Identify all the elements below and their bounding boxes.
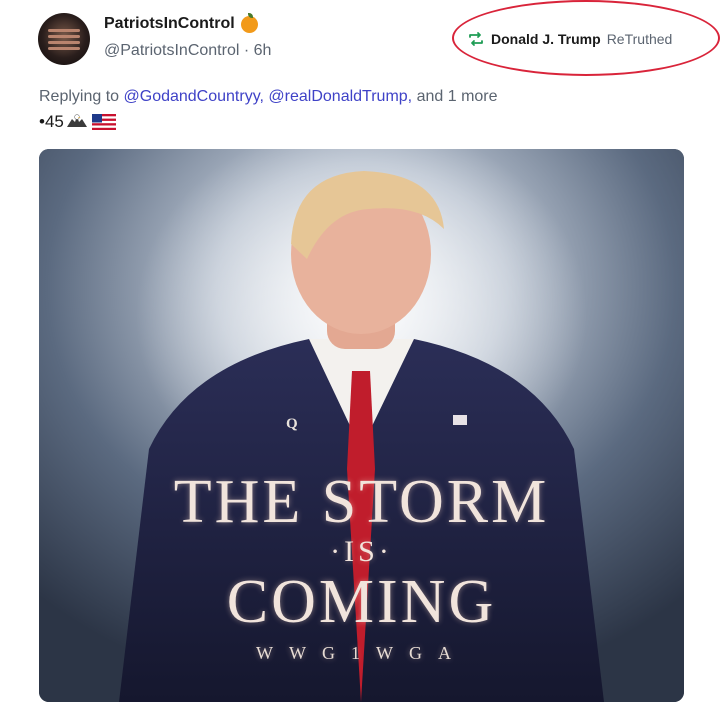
author-handle-row: @PatriotsInControl · 6h [104, 42, 271, 60]
post-avatar[interactable] [38, 13, 90, 65]
poster-tagline: WWG1WGA [256, 643, 467, 663]
us-flag-icon [91, 114, 116, 130]
replying-to: Replying to @GodandCountryy, @realDonald… [39, 88, 498, 106]
post-image[interactable]: Q THE STORM ·IS· COMING WWG1WGA [39, 149, 684, 702]
mention-realdonaldtrump[interactable]: @realDonaldTrump, [268, 88, 412, 105]
reply-prefix: Replying to [39, 88, 120, 105]
post-body-text: •45 [39, 112, 64, 131]
lapel-pin-q: Q [286, 416, 298, 432]
retruth-indicator: Donald J. Trump ReTruthed [467, 30, 672, 48]
poster-title-line-2: ·IS· [330, 535, 393, 568]
post-time[interactable]: 6h [254, 42, 272, 59]
poster-title-line-3: COMING [226, 568, 497, 636]
retruth-label: ReTruthed [606, 31, 673, 47]
author-display-name[interactable]: PatriotsInControl [104, 15, 235, 33]
mention-godandcountryy[interactable]: @GodandCountryy, [124, 88, 264, 105]
eagle-icon [66, 114, 87, 127]
reply-more[interactable]: and 1 more [417, 88, 498, 105]
orange-badge-icon [240, 12, 258, 33]
author-handle[interactable]: @PatriotsInControl [104, 42, 239, 59]
retruth-user-name[interactable]: Donald J. Trump [491, 31, 601, 47]
poster-title-line-1: THE STORM [173, 468, 550, 536]
author-name-row[interactable]: PatriotsInControl [104, 12, 258, 33]
separator: · [243, 42, 250, 59]
retruth-icon [469, 32, 483, 46]
post-body: •45 [39, 112, 116, 132]
